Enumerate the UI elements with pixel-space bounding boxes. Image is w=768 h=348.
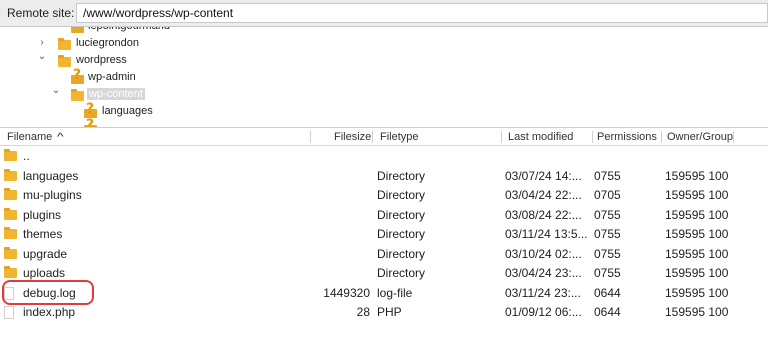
folder-icon <box>4 207 17 223</box>
file-name: upgrade <box>23 246 68 261</box>
tree-item-label: wordpress <box>76 54 127 66</box>
file-row[interactable]: upgrade Directory 03/10/24 02:... 0755 1… <box>0 244 768 264</box>
file-permissions: 0755 <box>594 227 621 241</box>
folder-icon <box>4 266 17 281</box>
column-separator[interactable] <box>733 131 734 143</box>
chevron-right-icon[interactable]: › <box>37 37 47 48</box>
file-permissions: 0755 <box>594 207 621 222</box>
question-folder-icon: ? <box>71 27 84 36</box>
file-owner: 159595 100 <box>665 305 729 319</box>
remote-directory-tree: ? lepointgourmand › luciegrondon ⌄ wordp… <box>0 27 768 127</box>
remote-path-input[interactable] <box>76 3 768 23</box>
file-row[interactable]: index.php 28 PHP 01/09/12 06:... 0644 15… <box>0 302 768 322</box>
file-icon <box>4 306 14 322</box>
file-permissions: 0644 <box>594 305 621 319</box>
file-type: Directory <box>377 266 426 280</box>
file-modified: 03/10/24 02:... <box>505 246 582 261</box>
file-name: themes <box>23 227 63 241</box>
file-permissions: 0705 <box>594 188 621 202</box>
folder-icon <box>4 246 17 262</box>
file-list-header: Filename ^ Filesize Filetype Last modifie… <box>0 128 768 146</box>
file-row-parent[interactable]: .. <box>0 146 768 166</box>
folder-icon <box>58 38 71 53</box>
file-row[interactable]: mu-plugins Directory 03/04/24 22:... 070… <box>0 185 768 205</box>
column-separator[interactable] <box>501 131 502 143</box>
tree-item-label: wp-content <box>87 88 145 100</box>
column-header-last-modified[interactable]: Last modified <box>508 131 573 143</box>
file-size: 28 <box>356 305 370 319</box>
file-type: Directory <box>377 207 426 222</box>
file-type: Directory <box>377 168 426 183</box>
column-header-label: Filename <box>7 131 53 143</box>
file-name: uploads <box>23 266 66 280</box>
file-row[interactable]: themes Directory 03/11/24 13:5... 0755 1… <box>0 224 768 244</box>
column-header-owner-group[interactable]: Owner/Group <box>667 131 733 143</box>
file-list: .. languages Directory 03/07/24 14:... 0… <box>0 146 768 348</box>
file-icon <box>4 286 14 303</box>
folder-icon <box>4 188 17 203</box>
chevron-down-icon[interactable]: ⌄ <box>37 51 47 62</box>
file-row[interactable]: uploads Directory 03/04/24 23:... 0755 1… <box>0 263 768 283</box>
file-modified: 03/08/24 22:... <box>505 207 582 222</box>
file-owner: 159595 100 <box>665 227 729 241</box>
file-owner: 159595 100 <box>665 285 729 300</box>
folder-icon <box>58 55 71 70</box>
file-name: .. <box>23 149 30 163</box>
file-type: Directory <box>377 246 426 261</box>
tree-item-label: luciegrondon <box>76 37 139 49</box>
file-owner: 159595 100 <box>665 168 729 183</box>
file-modified: 03/07/24 14:... <box>505 168 582 183</box>
file-permissions: 0755 <box>594 246 621 261</box>
file-permissions: 0755 <box>594 266 621 280</box>
file-type: log-file <box>377 285 413 300</box>
file-name: plugins <box>23 207 62 222</box>
file-name: index.php <box>23 305 76 319</box>
file-modified: 03/11/24 13:5... <box>505 227 588 241</box>
column-header-filetype[interactable]: Filetype <box>380 131 419 143</box>
remote-site-label: Remote site: <box>7 6 75 20</box>
tree-item-label: wp-admin <box>88 71 136 83</box>
tree-item-label: lepointgourmand <box>88 27 170 32</box>
tree-item-label: languages <box>102 105 153 117</box>
file-modified: 03/04/24 22:... <box>505 188 582 202</box>
file-modified: 03/11/24 23:... <box>505 285 581 300</box>
folder-icon <box>4 227 17 242</box>
file-name: languages <box>23 168 79 183</box>
file-row[interactable]: languages Directory 03/07/24 14:... 0755… <box>0 166 768 186</box>
file-size: 1449320 <box>323 285 370 300</box>
file-name: debug.log <box>23 285 76 300</box>
column-header-filename[interactable]: Filename ^ <box>7 131 64 143</box>
column-separator[interactable] <box>592 131 593 143</box>
column-header-filesize[interactable]: Filesize <box>334 131 371 143</box>
remote-site-bar: Remote site: <box>0 0 768 27</box>
file-modified: 01/09/12 06:... <box>505 305 582 319</box>
file-name: mu-plugins <box>23 188 82 202</box>
file-permissions: 0755 <box>594 168 621 183</box>
file-owner: 159595 100 <box>665 207 729 222</box>
file-owner: 159595 100 <box>665 188 729 202</box>
file-owner: 159595 100 <box>665 246 729 261</box>
question-folder-icon: ? <box>71 68 84 87</box>
file-row-debug-log[interactable]: debug.log 1449320 log-file 03/11/24 23:.… <box>0 283 768 303</box>
sort-ascending-icon: ^ <box>57 132 64 143</box>
file-modified: 03/04/24 23:... <box>505 266 582 280</box>
file-permissions: 0644 <box>594 285 621 300</box>
file-owner: 159595 100 <box>665 266 729 280</box>
column-header-permissions[interactable]: Permissions <box>597 131 657 143</box>
folder-icon <box>71 89 84 104</box>
file-type: Directory <box>377 188 426 202</box>
column-separator[interactable] <box>661 131 662 143</box>
column-separator[interactable] <box>372 131 373 143</box>
chevron-down-icon[interactable]: ⌄ <box>51 85 61 96</box>
column-separator[interactable] <box>310 131 311 143</box>
file-row[interactable]: plugins Directory 03/08/24 22:... 0755 1… <box>0 205 768 225</box>
file-type: PHP <box>377 305 402 319</box>
folder-icon <box>4 149 17 164</box>
folder-icon <box>4 168 17 184</box>
file-type: Directory <box>377 227 426 241</box>
